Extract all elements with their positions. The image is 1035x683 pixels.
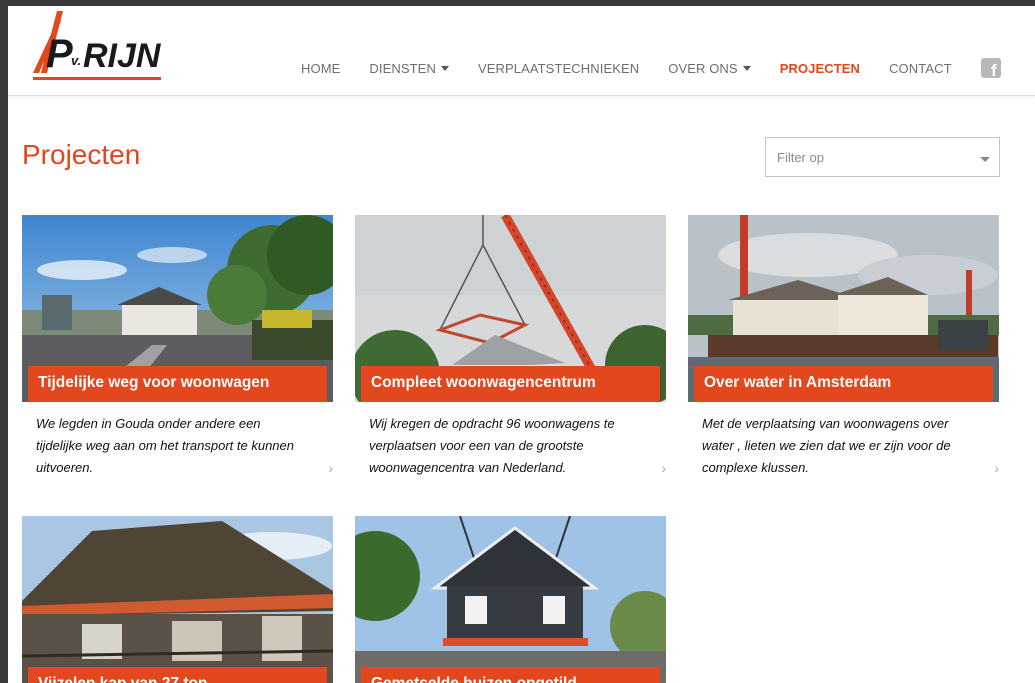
- browser-viewport: P v. RIJN HOME DIENSTEN VERPLAATSTECHNIE…: [8, 6, 1035, 683]
- caret-down-icon: [742, 66, 751, 71]
- nav-label: PROJECTEN: [779, 60, 861, 76]
- caret-down-icon: [440, 66, 449, 71]
- project-image-roof: Vijzelen kap van 27 ton: [22, 516, 333, 683]
- site-header: P v. RIJN HOME DIENSTEN VERPLAATSTECHNIE…: [8, 6, 1035, 96]
- logo-text-p: P: [46, 32, 73, 76]
- project-card[interactable]: Gemetselde huizen opgetild: [355, 516, 666, 683]
- project-image-road: Tijdelijke weg voor woonwagen: [22, 215, 333, 402]
- project-description-text: We legden in Gouda onder andere een tijd…: [36, 416, 294, 475]
- nav-label: HOME: [301, 60, 341, 76]
- project-image-lifted-house: Gemetselde huizen opgetild: [355, 516, 666, 683]
- chevron-right-icon[interactable]: ›: [661, 457, 666, 479]
- nav-label: CONTACT: [889, 60, 952, 76]
- filter-select[interactable]: Filter op: [765, 137, 1000, 177]
- project-title: Vijzelen kap van 27 ton: [28, 667, 327, 683]
- nav-item-home[interactable]: HOME: [301, 61, 340, 76]
- project-card[interactable]: Tijdelijke weg voor woonwagen We legden …: [22, 215, 333, 476]
- nav-item-over-ons[interactable]: OVER ONS: [668, 60, 751, 76]
- logo[interactable]: P v. RIJN: [31, 11, 166, 83]
- nav-item-verplaatstechnieken[interactable]: VERPLAATSTECHNIEKEN: [478, 61, 639, 76]
- nav-item-diensten[interactable]: DIENSTEN: [369, 61, 449, 76]
- chevron-right-icon[interactable]: ›: [328, 457, 333, 479]
- facebook-icon[interactable]: f: [980, 58, 1001, 79]
- nav-item-projecten[interactable]: PROJECTEN: [780, 61, 860, 76]
- nav-item-contact[interactable]: CONTACT: [889, 61, 952, 76]
- logo-text-rijn: RIJN: [83, 37, 162, 75]
- project-title: Gemetselde huizen opgetild: [361, 667, 660, 683]
- filter-placeholder: Filter op: [777, 150, 824, 165]
- chevron-right-icon[interactable]: ›: [994, 457, 999, 479]
- nav-label: DIENSTEN: [369, 60, 436, 76]
- project-image-water: Over water in Amsterdam: [688, 215, 999, 402]
- project-card[interactable]: Compleet woonwagencentrum Wij kregen de …: [355, 215, 666, 476]
- project-image-crane: Compleet woonwagencentrum: [355, 215, 666, 402]
- project-description: Wij kregen de opdracht 96 woonwagens te …: [355, 402, 666, 476]
- logo-text-v: v.: [71, 53, 81, 68]
- nav-label: VERPLAATSTECHNIEKEN: [477, 60, 640, 76]
- project-title: Compleet woonwagencentrum: [361, 366, 660, 402]
- project-title: Over water in Amsterdam: [694, 366, 993, 402]
- project-card[interactable]: Over water in Amsterdam Met de verplaats…: [688, 215, 999, 476]
- project-description-text: Wij kregen de opdracht 96 woonwagens te …: [369, 416, 615, 475]
- project-title: Tijdelijke weg voor woonwagen: [28, 366, 327, 402]
- project-card[interactable]: Vijzelen kap van 27 ton: [22, 516, 333, 683]
- page-title: Projecten: [22, 139, 141, 170]
- nav-label: OVER ONS: [668, 60, 738, 76]
- project-description: Met de verplaatsing van woonwagens over …: [688, 402, 999, 476]
- chevron-down-icon: [980, 157, 990, 162]
- project-description-text: Met de verplaatsing van woonwagens over …: [702, 416, 951, 475]
- main-nav: HOME DIENSTEN VERPLAATSTECHNIEKEN OVER O…: [301, 58, 1001, 79]
- project-description: We legden in Gouda onder andere een tijd…: [22, 402, 333, 476]
